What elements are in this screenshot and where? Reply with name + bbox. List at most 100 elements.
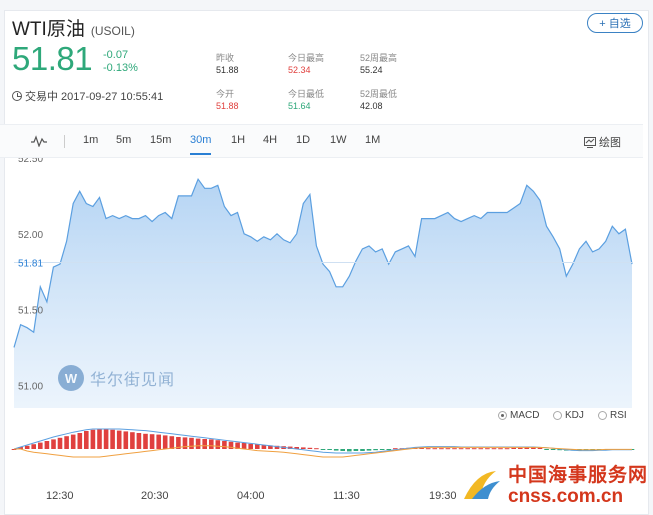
trading-status: 交易中 2017-09-27 10:55:41 bbox=[12, 88, 163, 104]
macd-bar bbox=[550, 449, 556, 450]
macd-bar bbox=[149, 434, 155, 449]
macd-bar bbox=[491, 448, 497, 450]
tab-1m[interactable]: 1m bbox=[83, 134, 98, 146]
tab-1d[interactable]: 1D bbox=[296, 134, 310, 146]
macd-bar bbox=[77, 433, 83, 449]
macd-bar bbox=[241, 443, 247, 449]
price-chart[interactable]: 52.50 52.00 51.50 51.00 51.81 bbox=[0, 158, 643, 488]
macd-bar bbox=[379, 449, 385, 450]
instrument-name: WTI原油 bbox=[12, 19, 85, 40]
tab-1h[interactable]: 1H bbox=[231, 134, 245, 146]
tab-30m[interactable]: 30m bbox=[190, 134, 212, 155]
x-tick-label: 11:30 bbox=[333, 490, 360, 502]
stat-value: 52.34 bbox=[288, 65, 311, 75]
radio-icon bbox=[553, 411, 562, 420]
stat-value: 42.08 bbox=[360, 101, 383, 111]
macd-bar bbox=[70, 434, 76, 449]
radio-selected-icon bbox=[498, 411, 507, 420]
line-chart-icon[interactable] bbox=[30, 135, 48, 147]
macd-bar bbox=[195, 438, 201, 449]
macd-bar bbox=[136, 433, 142, 449]
toolbar-divider bbox=[64, 135, 65, 148]
x-tick-label: 19:30 bbox=[429, 490, 457, 502]
macd-bar bbox=[202, 439, 207, 449]
tab-1w[interactable]: 1W bbox=[330, 134, 347, 146]
macd-bar bbox=[38, 442, 43, 449]
macd-bar bbox=[498, 448, 503, 450]
indicator-label: MACD bbox=[510, 410, 540, 421]
x-tick-label: 04:00 bbox=[237, 490, 265, 502]
macd-bar bbox=[90, 429, 96, 449]
stat-label: 今日最高 bbox=[288, 53, 325, 63]
stat-52w-low: 52周最低 42.08 bbox=[360, 88, 397, 112]
stat-value: 51.64 bbox=[288, 101, 311, 111]
stat-label: 昨收 bbox=[216, 53, 235, 63]
tab-1mo[interactable]: 1M bbox=[365, 134, 380, 146]
add-watchlist-button[interactable]: + 自选 bbox=[587, 13, 643, 33]
radio-icon bbox=[598, 411, 607, 420]
cnss-name-cn: 中国海事服务网 bbox=[508, 465, 649, 486]
stat-value: 51.88 bbox=[216, 65, 239, 75]
macd-bar bbox=[44, 441, 50, 449]
stat-label: 52周最低 bbox=[360, 89, 398, 99]
indicator-macd[interactable]: MACD bbox=[498, 410, 539, 421]
macd-bar bbox=[215, 440, 221, 449]
macd-bar bbox=[504, 448, 510, 450]
macd-bar bbox=[471, 448, 477, 450]
macd-bar bbox=[320, 449, 326, 450]
macd-bar bbox=[366, 449, 372, 451]
stat-label: 今开 bbox=[216, 89, 235, 99]
tab-15m[interactable]: 15m bbox=[150, 134, 171, 146]
macd-bar bbox=[445, 448, 451, 450]
indicator-kdj[interactable]: KDJ bbox=[553, 410, 584, 421]
last-price: 51.81 bbox=[12, 40, 93, 77]
macd-bar bbox=[255, 444, 260, 449]
macd-bar bbox=[347, 449, 352, 452]
macd-bar bbox=[31, 444, 36, 449]
macd-bar bbox=[439, 448, 444, 450]
macd-bar bbox=[301, 447, 306, 449]
macd-bar bbox=[327, 449, 332, 450]
draw-icon bbox=[584, 136, 596, 148]
draw-tool-label: 绘图 bbox=[599, 137, 621, 149]
macd-bar bbox=[24, 445, 30, 449]
indicator-label: RSI bbox=[610, 410, 627, 421]
tab-4h[interactable]: 4H bbox=[263, 134, 277, 146]
y-tick-label: 52.50 bbox=[18, 158, 43, 165]
y-tick-label: 51.00 bbox=[18, 381, 43, 392]
price-change: -0.07 -0.13% bbox=[103, 49, 138, 75]
macd-bar bbox=[425, 448, 431, 450]
stat-label: 52周最高 bbox=[360, 53, 398, 63]
macd-bar bbox=[116, 430, 122, 449]
stat-prev-close: 昨收 51.88 bbox=[216, 52, 239, 76]
cnss-name-en: cnss.com.cn bbox=[508, 486, 624, 507]
macd-bar bbox=[373, 449, 378, 451]
sail-icon bbox=[464, 471, 500, 499]
macd-bar bbox=[518, 447, 523, 449]
macd-bar bbox=[511, 447, 516, 449]
change-value: -0.07 bbox=[103, 49, 129, 61]
watermark-text: 华尔街见闻 bbox=[90, 370, 176, 389]
macd-bar bbox=[189, 437, 194, 449]
last-price-label: 51.81 bbox=[18, 259, 43, 270]
x-tick-label: 12:30 bbox=[46, 490, 74, 502]
macd-bar bbox=[103, 429, 109, 449]
macd-bar bbox=[386, 449, 392, 450]
macd-bar bbox=[64, 436, 69, 449]
watermark-logo: W bbox=[58, 365, 84, 391]
tab-5m[interactable]: 5m bbox=[116, 134, 131, 146]
macd-bar bbox=[57, 437, 63, 449]
indicator-rsi[interactable]: RSI bbox=[598, 410, 627, 421]
macd-bar bbox=[110, 429, 115, 449]
change-percent: -0.13% bbox=[103, 62, 138, 74]
macd-bar bbox=[51, 439, 56, 449]
macd-bar bbox=[544, 449, 549, 450]
macd-bar bbox=[162, 435, 168, 449]
draw-tool-button[interactable]: 绘图 bbox=[584, 134, 621, 150]
cnss-logo: 中国海事服务网 cnss.com.cn bbox=[462, 466, 648, 506]
macd-bar bbox=[307, 447, 313, 449]
macd-bar bbox=[84, 431, 89, 449]
watermark: W 华尔街见闻 bbox=[58, 365, 175, 391]
macd-bar bbox=[432, 448, 438, 450]
clock-icon bbox=[12, 91, 22, 101]
